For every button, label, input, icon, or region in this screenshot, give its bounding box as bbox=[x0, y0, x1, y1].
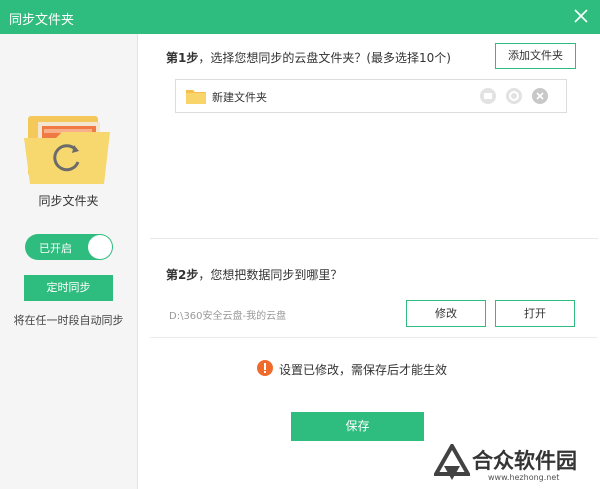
open-folder-icon[interactable] bbox=[480, 88, 496, 104]
timed-sync-button[interactable]: 定时同步 bbox=[24, 275, 113, 301]
watermark-url: www.hezhong.net bbox=[488, 473, 560, 482]
toggle-label: 已开启 bbox=[39, 242, 72, 255]
title-bar: 同步文件夹 bbox=[0, 0, 600, 34]
watermark-logo-icon bbox=[434, 444, 470, 480]
sidebar-title: 同步文件夹 bbox=[38, 194, 99, 208]
toggle-knob bbox=[88, 235, 112, 259]
watermark-title: 合众软件园 bbox=[472, 449, 577, 473]
step2-text: ，您想把数据同步到哪里？ bbox=[198, 268, 343, 282]
notice-text: 设置已修改，需保存后才能生效 bbox=[279, 363, 448, 377]
sidebar: 同步文件夹 已开启 定时同步 将在任一时段自动同步 bbox=[0, 34, 138, 489]
sidebar-description: 将在任一时段自动同步 bbox=[13, 314, 124, 327]
step2-prefix: 第2步 bbox=[166, 268, 199, 282]
open-button[interactable]: 打开 bbox=[495, 300, 575, 327]
section-divider bbox=[150, 238, 598, 239]
step2-heading: 第2步，您想把数据同步到哪里？ bbox=[166, 266, 342, 283]
section-divider-2 bbox=[150, 337, 598, 338]
folder-name: 新建文件夹 bbox=[212, 91, 267, 104]
save-button[interactable]: 保存 bbox=[291, 412, 424, 441]
auto-sync-toggle[interactable]: 已开启 bbox=[25, 234, 113, 260]
settings-gear-icon[interactable] bbox=[506, 88, 522, 104]
modify-button[interactable]: 修改 bbox=[406, 300, 486, 327]
sync-folder-icon bbox=[24, 116, 110, 184]
step1-text: ，选择您想同步的云盘文件夹？(最多选择10个) bbox=[198, 51, 451, 65]
step1-prefix: 第1步 bbox=[166, 51, 199, 65]
folder-icon bbox=[186, 90, 206, 104]
add-folder-button[interactable]: 添加文件夹 bbox=[495, 43, 576, 69]
watermark: 合众软件园 www.hezhong.net bbox=[432, 440, 598, 488]
remove-folder-icon[interactable] bbox=[532, 88, 548, 104]
folder-list-item[interactable]: 新建文件夹 bbox=[175, 79, 567, 113]
sync-target-path: D:\360安全云盘-我的云盘 bbox=[169, 311, 287, 322]
warning-icon bbox=[257, 360, 273, 376]
close-icon[interactable] bbox=[574, 9, 588, 23]
window-title: 同步文件夹 bbox=[9, 13, 75, 28]
step1-heading: 第1步，选择您想同步的云盘文件夹？(最多选择10个) bbox=[166, 49, 451, 66]
